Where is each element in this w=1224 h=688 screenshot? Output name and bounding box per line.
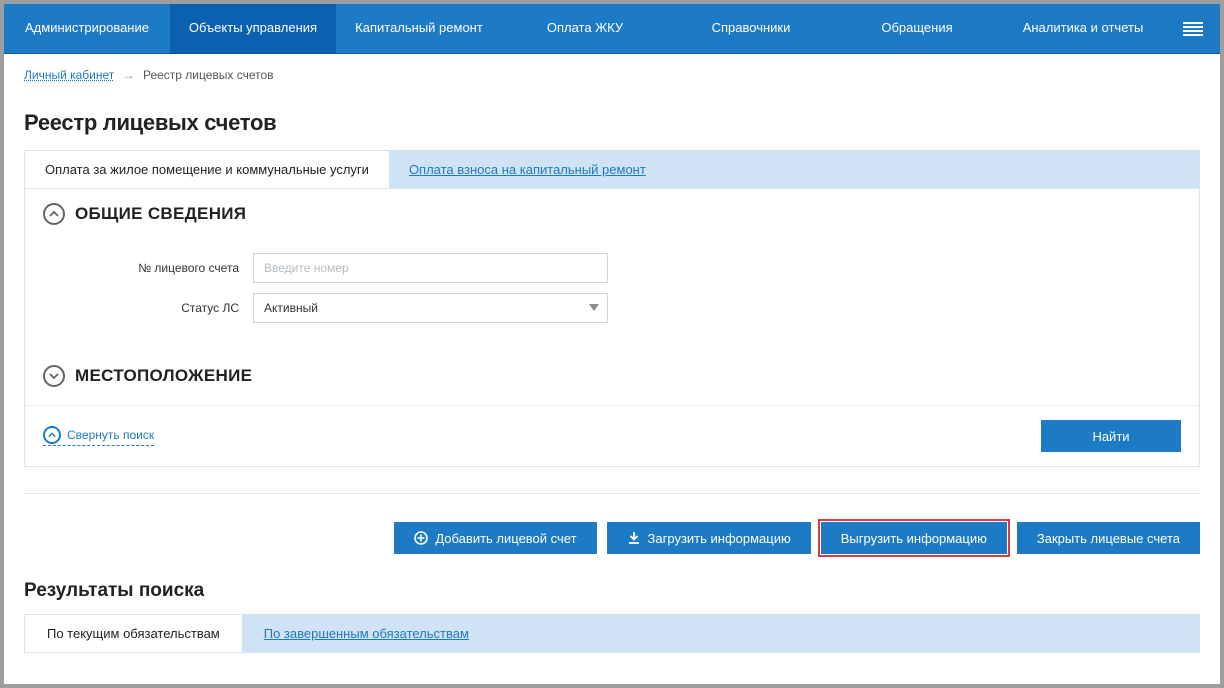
breadcrumb-separator: →	[123, 68, 135, 82]
tab-capital-repair-fee[interactable]: Оплата взноса на капитальный ремонт	[389, 151, 666, 188]
section-general[interactable]: ОБЩИЕ СВЕДЕНИЯ	[43, 203, 1181, 225]
tab-current-obligations[interactable]: По текущим обязательствам	[25, 615, 242, 652]
download-info-button[interactable]: Выгрузить информацию	[821, 522, 1007, 554]
tab-completed-obligations[interactable]: По завершенным обязательствам	[242, 615, 491, 652]
breadcrumb: Личный кабинет → Реестр лицевых счетов	[24, 68, 1200, 82]
caret-down-icon	[589, 301, 599, 315]
nav-item-analytics[interactable]: Аналитика и отчеты	[1000, 4, 1166, 53]
tab-housing-payment[interactable]: Оплата за жилое помещение и коммунальные…	[25, 151, 389, 188]
collapse-chevron-icon	[43, 426, 61, 444]
results-tabs: По текущим обязательствам По завершенным…	[24, 614, 1200, 653]
plus-circle-icon	[414, 531, 428, 545]
chevron-up-icon	[43, 203, 65, 225]
label-status: Статус ЛС	[43, 301, 253, 315]
nav-item-objects[interactable]: Объекты управления	[170, 4, 336, 53]
close-accounts-button[interactable]: Закрыть лицевые счета	[1017, 522, 1200, 554]
app-window: Администрирование Объекты управления Кап…	[4, 4, 1220, 684]
breadcrumb-current: Реестр лицевых счетов	[143, 68, 274, 82]
hamburger-icon	[1183, 22, 1203, 36]
status-select[interactable]: Активный	[253, 293, 608, 323]
collapse-search-label: Свернуть поиск	[67, 428, 154, 442]
add-account-label: Добавить лицевой счет	[435, 531, 576, 546]
nav-item-payment[interactable]: Оплата ЖКУ	[502, 4, 668, 53]
hamburger-menu[interactable]	[1166, 4, 1220, 53]
close-accounts-label: Закрыть лицевые счета	[1037, 531, 1180, 546]
upload-info-label: Загрузить информацию	[648, 531, 791, 546]
chevron-down-icon	[43, 365, 65, 387]
content-area: Личный кабинет → Реестр лицевых счетов Р…	[4, 54, 1220, 653]
nav-item-admin[interactable]: Администрирование	[4, 4, 170, 53]
page-title: Реестр лицевых счетов	[24, 110, 1200, 136]
filter-footer: Свернуть поиск Найти	[25, 405, 1199, 466]
download-info-label: Выгрузить информацию	[841, 531, 987, 546]
nav-item-directories[interactable]: Справочники	[668, 4, 834, 53]
account-number-input[interactable]	[253, 253, 608, 283]
row-status: Статус ЛС Активный	[43, 293, 1181, 323]
action-bar: Добавить лицевой счет Загрузить информац…	[24, 494, 1200, 554]
section-location[interactable]: МЕСТОПОЛОЖЕНИЕ	[43, 365, 1181, 387]
find-button[interactable]: Найти	[1041, 420, 1181, 452]
nav-item-capital-repair[interactable]: Капитальный ремонт	[336, 4, 502, 53]
filter-panel: Оплата за жилое помещение и коммунальные…	[24, 150, 1200, 467]
label-account-number: № лицевого счета	[43, 261, 253, 275]
filter-body: ОБЩИЕ СВЕДЕНИЯ № лицевого счета Статус Л…	[25, 189, 1199, 405]
status-select-value: Активный	[264, 301, 318, 315]
upload-info-button[interactable]: Загрузить информацию	[607, 522, 811, 554]
results-title: Результаты поиска	[24, 580, 1200, 602]
breadcrumb-home-link[interactable]: Личный кабинет	[24, 68, 114, 82]
top-nav: Администрирование Объекты управления Кап…	[4, 4, 1220, 54]
section-general-label: ОБЩИЕ СВЕДЕНИЯ	[75, 204, 246, 224]
main-tabs: Оплата за жилое помещение и коммунальные…	[25, 151, 1199, 189]
download-icon	[627, 531, 641, 545]
collapse-search-link[interactable]: Свернуть поиск	[43, 426, 154, 446]
nav-item-appeals[interactable]: Обращения	[834, 4, 1000, 53]
add-account-button[interactable]: Добавить лицевой счет	[394, 522, 596, 554]
section-location-label: МЕСТОПОЛОЖЕНИЕ	[75, 366, 252, 386]
row-account-number: № лицевого счета	[43, 253, 1181, 283]
